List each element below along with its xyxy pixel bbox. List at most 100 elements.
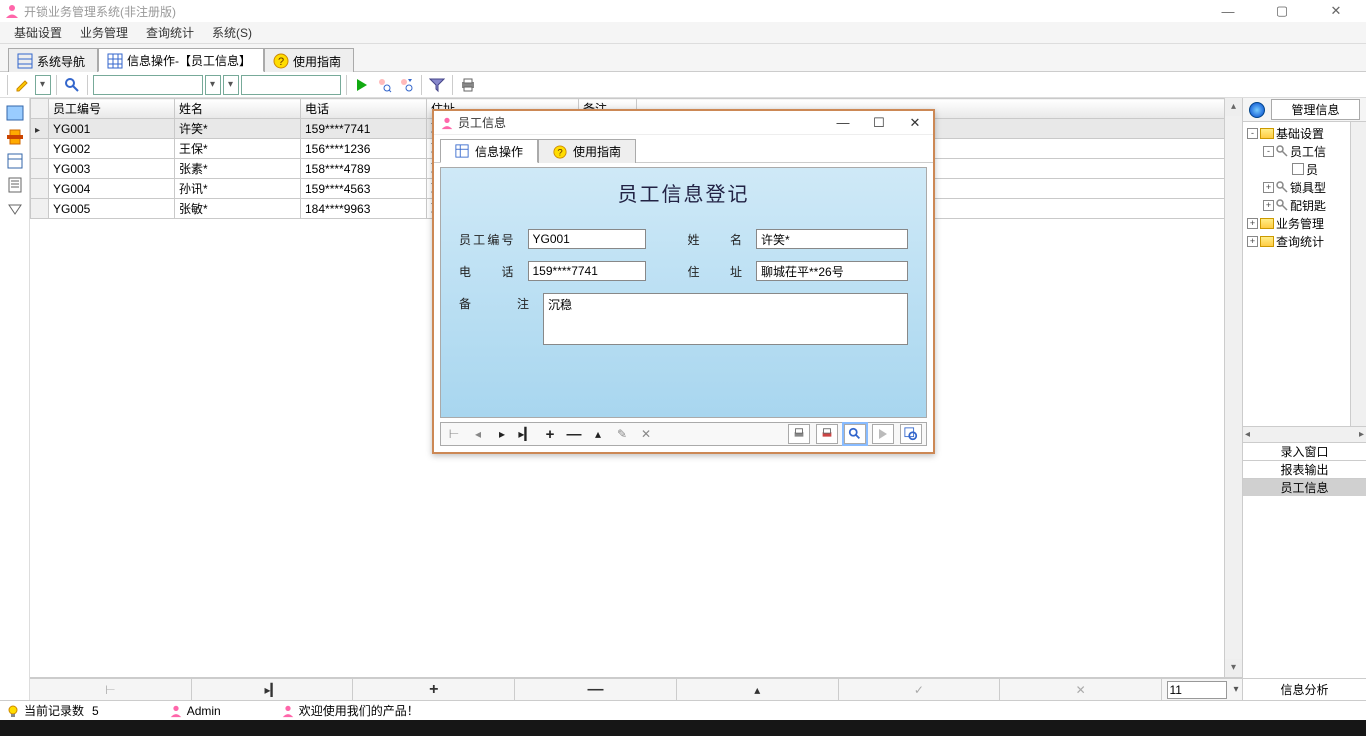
row-indicator[interactable] [31,179,49,199]
scroll-up-arrow[interactable]: ▴ [1225,98,1242,116]
filter-field-combo[interactable] [93,75,203,95]
vertical-scrollbar[interactable]: ▴ ▾ [1224,98,1242,677]
tree-node[interactable]: -员工信 [1243,142,1350,160]
dlg-play-icon[interactable] [872,424,894,444]
tab-help[interactable]: ? 使用指南 [264,48,354,72]
dlg-nav-del[interactable]: — [565,425,583,443]
tree-node[interactable]: +锁具型 [1243,178,1350,196]
tree-node[interactable]: +业务管理 [1243,214,1350,232]
nav-up[interactable]: ▴ [677,679,839,700]
nav-icon-3[interactable] [6,152,24,170]
cell[interactable]: 159****4563 [301,179,427,199]
dlg-nav-first[interactable]: ⊢ [445,425,463,443]
cell[interactable]: YG004 [49,179,175,199]
tree-node[interactable]: 员 [1243,160,1350,178]
phone-input[interactable] [528,261,646,281]
cell[interactable]: YG001 [49,119,175,139]
tab-info-op[interactable]: 信息操作-【员工信息】 [98,48,264,72]
tree-node[interactable]: -基础设置 [1243,124,1350,142]
edit-dropdown[interactable]: ▾ [35,75,51,95]
nav-tree[interactable]: -基础设置-员工信员+锁具型+配钥匙+业务管理+查询统计 [1243,122,1350,426]
col-name[interactable]: 姓名 [175,99,301,119]
cell[interactable]: YG005 [49,199,175,219]
name-input[interactable] [756,229,908,249]
nav-first[interactable]: ⊢ [30,679,192,700]
nav-save[interactable]: ✓ [839,679,1001,700]
dlg-nav-prev[interactable]: ◂ [469,425,487,443]
dialog-minimize[interactable]: — [831,115,855,131]
menu-business[interactable]: 业务管理 [72,22,136,43]
row-indicator[interactable] [31,139,49,159]
cell[interactable]: 156****1236 [301,139,427,159]
menu-basic-settings[interactable]: 基础设置 [6,22,70,43]
tree-node[interactable]: +配钥匙 [1243,196,1350,214]
nav-next[interactable]: ▸▎ [192,679,354,700]
dialog-maximize[interactable]: ☐ [867,115,891,131]
dlg-zoom2-icon[interactable] [900,424,922,444]
cell[interactable]: 孙讯* [175,179,301,199]
cell[interactable]: 184****9963 [301,199,427,219]
row-indicator[interactable] [31,159,49,179]
expand-toggle[interactable]: + [1263,182,1274,193]
col-phone[interactable]: 电话 [301,99,427,119]
dlg-nav-next[interactable]: ▸▎ [517,425,535,443]
nav-icon-5[interactable] [6,200,24,218]
expand-toggle[interactable]: + [1247,236,1258,247]
edit-icon[interactable] [13,75,33,95]
dlg-nav-up[interactable]: ▴ [589,425,607,443]
expand-toggle[interactable]: + [1247,218,1258,229]
dlg-zoom-icon[interactable] [844,424,866,444]
cell[interactable]: 张敏* [175,199,301,219]
right-item-report-output[interactable]: 报表输出 [1243,460,1366,478]
maximize-button[interactable]: ▢ [1264,1,1300,21]
op-dropdown[interactable]: ▾ [223,75,239,95]
run-icon[interactable] [352,75,372,95]
cell[interactable]: YG002 [49,139,175,159]
nav-icon-1[interactable] [6,104,24,122]
nav-del[interactable]: — [515,679,677,700]
cell[interactable]: 159****7741 [301,119,427,139]
right-item-employee-info[interactable]: 员工信息 [1243,478,1366,496]
filter-value-input[interactable] [241,75,341,95]
dlg-print2-icon[interactable] [816,424,838,444]
cell[interactable]: YG003 [49,159,175,179]
record-number-input[interactable] [1167,681,1227,699]
menu-system[interactable]: 系统(S) [204,22,260,43]
nav-add[interactable]: + [353,679,515,700]
tab-system-nav[interactable]: 系统导航 [8,48,98,72]
remark-input[interactable] [543,293,908,345]
scroll-down-arrow[interactable]: ▾ [1225,659,1242,677]
right-item-input-window[interactable]: 录入窗口 [1243,442,1366,460]
dlg-nav-cancel[interactable]: ✕ [637,425,655,443]
expand-toggle[interactable]: - [1263,146,1274,157]
nav-icon-2[interactable] [6,128,24,146]
addr-input[interactable] [756,261,908,281]
close-button[interactable]: ✕ [1318,1,1354,21]
dialog-tab-help[interactable]: ? 使用指南 [538,139,636,163]
menu-query-stats[interactable]: 查询统计 [138,22,202,43]
dialog-close[interactable]: ✕ [903,115,927,131]
nav-cancel[interactable]: ✕ [1000,679,1162,700]
dlg-nav-edit[interactable]: ✎ [613,425,631,443]
dlg-print-icon[interactable] [788,424,810,444]
filter-funnel-icon[interactable] [427,75,447,95]
expand-toggle[interactable]: + [1263,200,1274,211]
dlg-nav-play[interactable]: ▸ [493,425,511,443]
record-dropdown-icon[interactable]: ▾ [1231,684,1242,695]
dlg-nav-add[interactable]: + [541,425,559,443]
tree-vscroll[interactable] [1350,122,1366,426]
filter-dropdown[interactable]: ▾ [205,75,221,95]
cell[interactable]: 许笑* [175,119,301,139]
tree-hscroll[interactable]: ◂▸ [1243,426,1366,442]
cell[interactable]: 王保* [175,139,301,159]
expand-toggle[interactable]: - [1247,128,1258,139]
cell[interactable]: 张素* [175,159,301,179]
cell[interactable]: 158****4789 [301,159,427,179]
nav-icon-4[interactable] [6,176,24,194]
emp-id-input[interactable] [528,229,646,249]
minimize-button[interactable]: — [1210,1,1246,21]
search-icon[interactable] [62,75,82,95]
tree-node[interactable]: +查询统计 [1243,232,1350,250]
row-indicator[interactable] [31,199,49,219]
right-panel-footer[interactable]: 信息分析 [1243,678,1366,700]
